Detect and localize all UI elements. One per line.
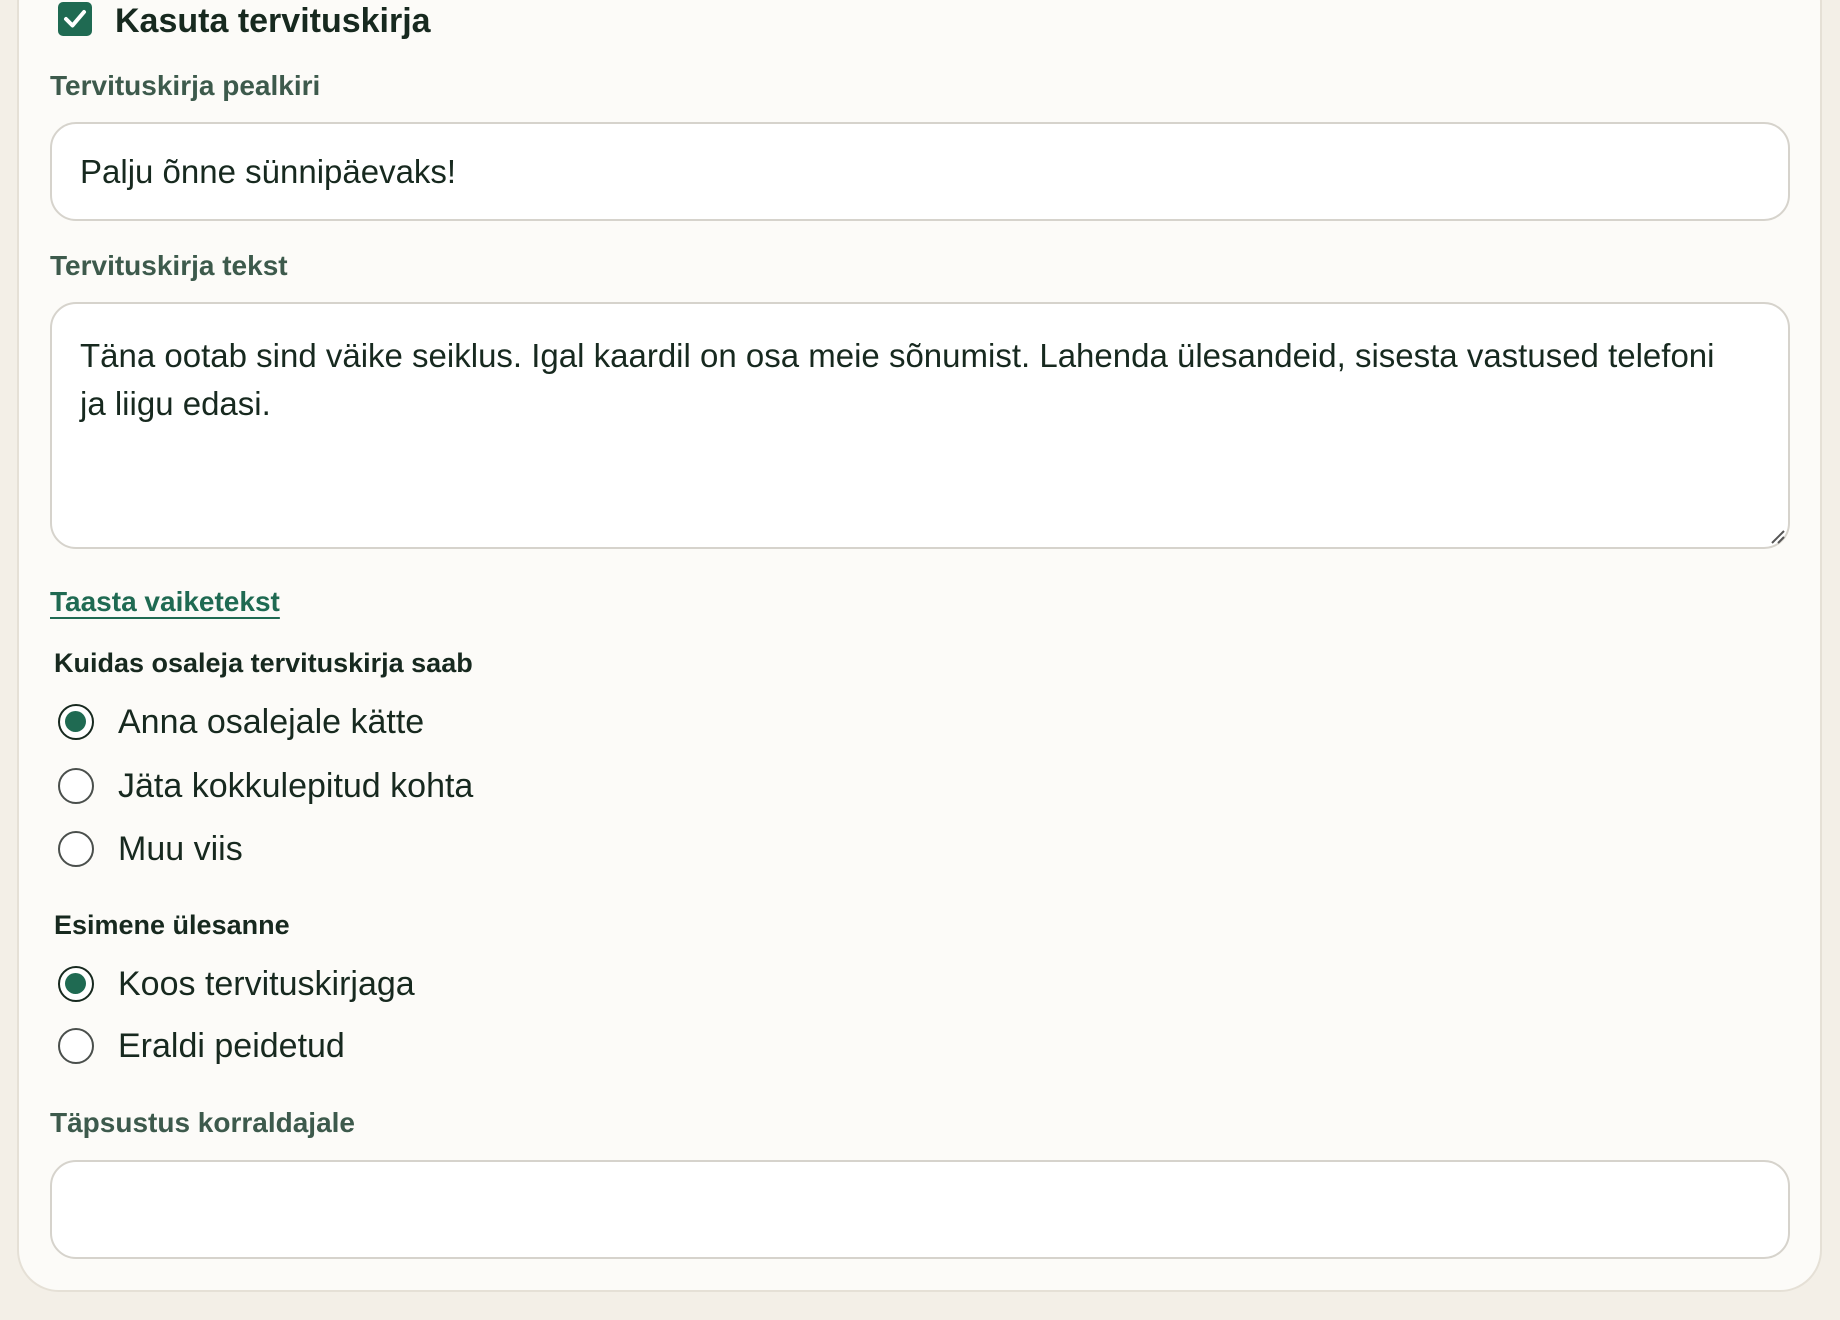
radio-unselected-icon[interactable] <box>58 1028 94 1064</box>
resize-handle-icon[interactable] <box>1768 527 1786 545</box>
delivery-option-label[interactable]: Anna osalejale kätte <box>118 700 424 744</box>
greeting-text-value[interactable]: Täna ootab sind väike seiklus. Igal kaar… <box>80 332 1748 428</box>
first-task-option-label[interactable]: Koos tervituskirjaga <box>118 962 415 1006</box>
greeting-title-input[interactable]: Palju õnne sünnipäevaks! <box>50 122 1790 221</box>
radio-selected-icon[interactable] <box>58 966 94 1002</box>
organizer-note-label: Täpsustus korraldajale <box>50 1107 356 1138</box>
radio-selected-icon[interactable] <box>58 704 94 740</box>
organizer-note-input[interactable] <box>50 1160 1790 1259</box>
delivery-option-label[interactable]: Jäta kokkulepitud kohta <box>118 764 473 808</box>
first-task-option-label[interactable]: Eraldi peidetud <box>118 1024 345 1068</box>
greeting-title-value[interactable]: Palju õnne sünnipäevaks! <box>80 148 456 196</box>
radio-unselected-icon[interactable] <box>58 831 94 867</box>
delivery-group-label: Kuidas osaleja tervituskirja saab <box>54 648 473 678</box>
radio-unselected-icon[interactable] <box>58 768 94 804</box>
use-greeting-checkbox[interactable] <box>58 2 92 36</box>
greeting-text-label: Tervituskirja tekst <box>50 250 288 281</box>
check-icon <box>64 10 86 28</box>
use-greeting-label[interactable]: Kasuta tervituskirja <box>115 0 431 42</box>
delivery-option-label[interactable]: Muu viis <box>118 827 243 871</box>
greeting-title-label: Tervituskirja pealkiri <box>50 70 321 101</box>
greeting-text-textarea[interactable]: Täna ootab sind väike seiklus. Igal kaar… <box>50 302 1790 549</box>
first-task-group-label: Esimene ülesanne <box>54 910 290 940</box>
reset-default-text-link[interactable]: Taasta vaiketekst <box>50 585 280 619</box>
